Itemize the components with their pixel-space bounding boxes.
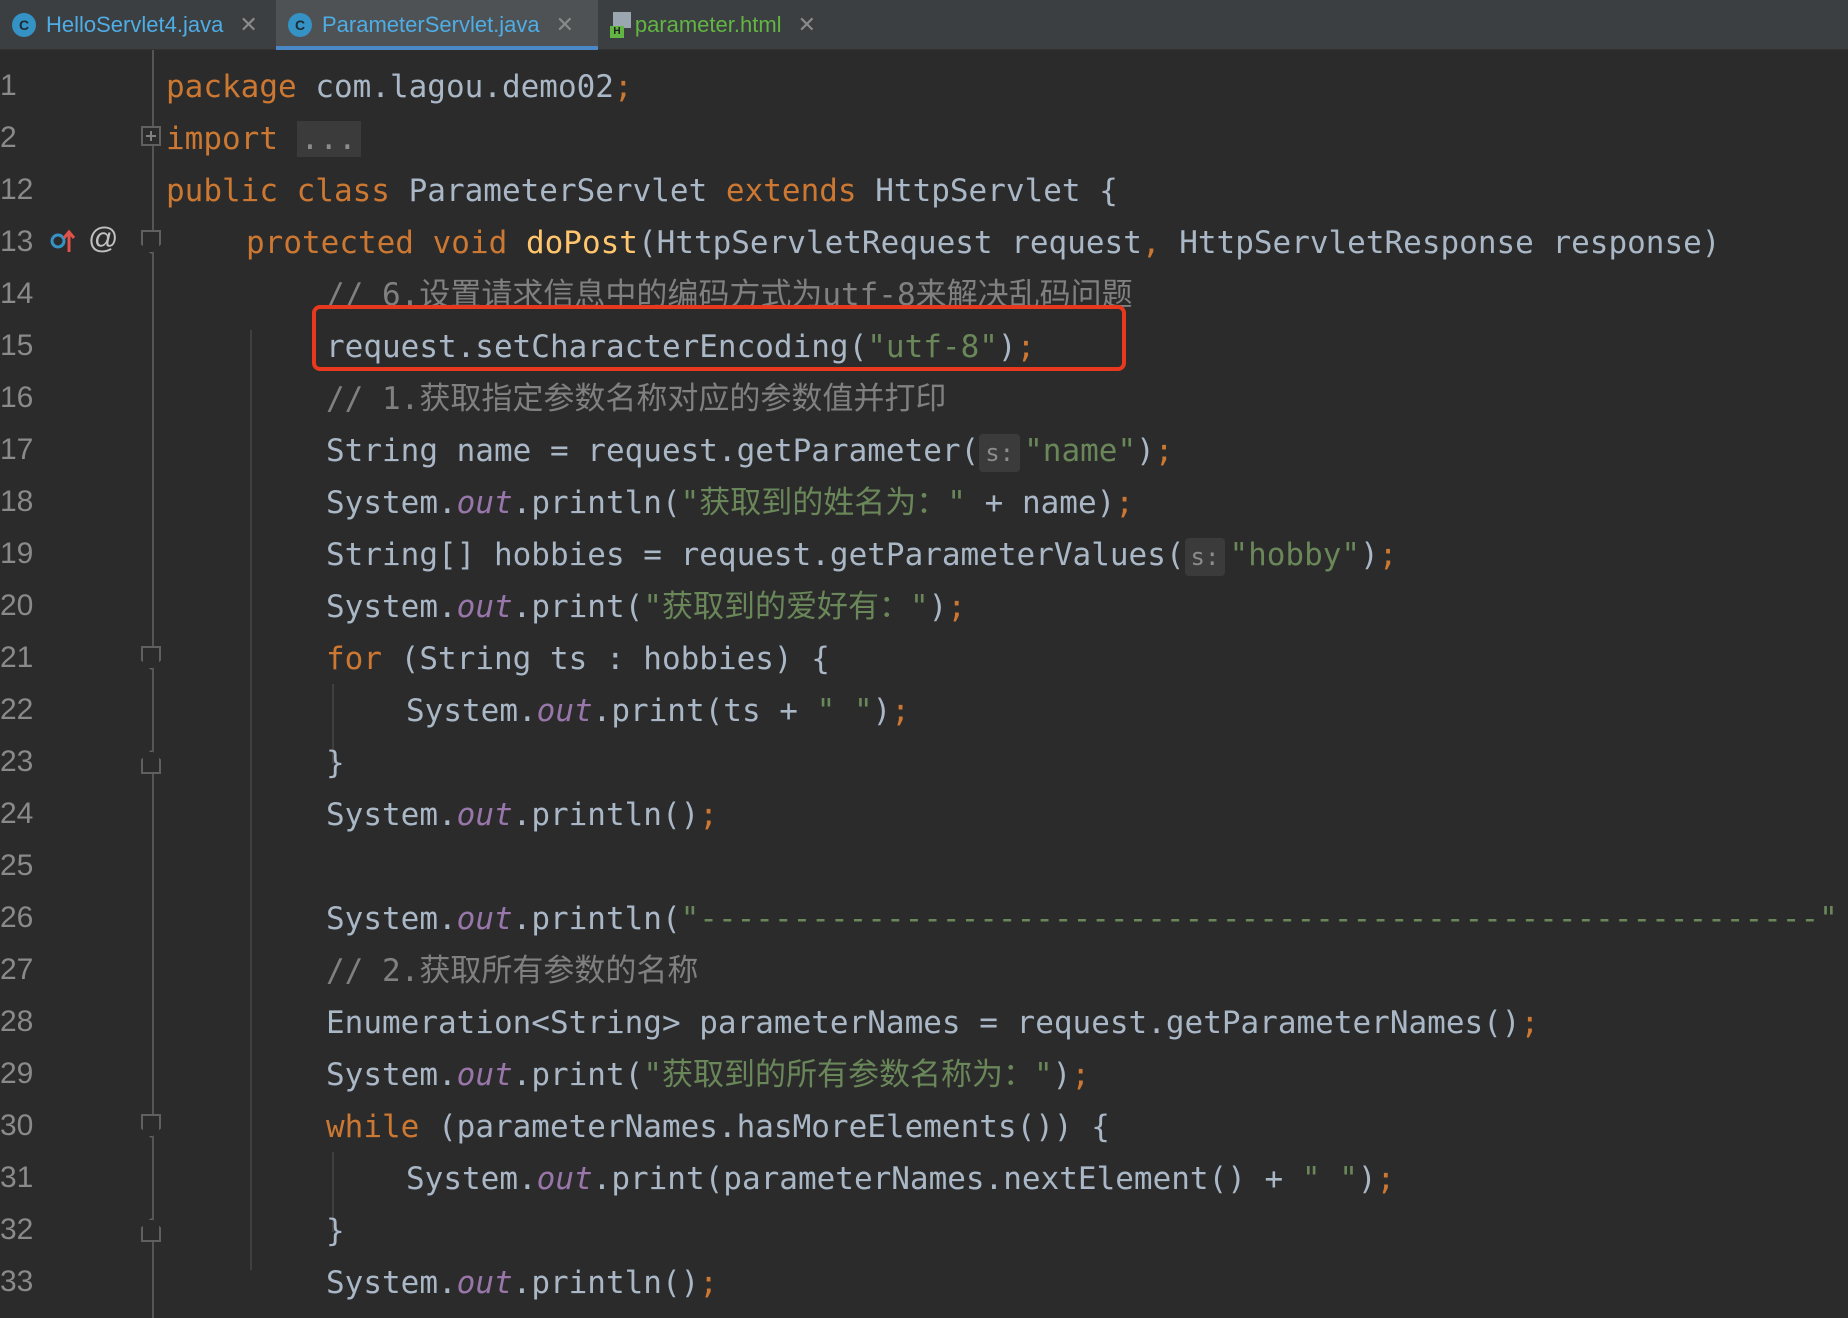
code-line[interactable]: 21 for (String ts : hobbies) { [0, 632, 1848, 684]
code-line[interactable]: 2 import ... [0, 112, 1848, 164]
code-text: protected void doPost(HttpServletRequest… [246, 225, 1721, 261]
code-line[interactable]: 19 String[] hobbies = request.getParamet… [0, 528, 1848, 580]
code-text: } [326, 745, 345, 781]
fold-end-icon[interactable] [141, 750, 161, 774]
code-text: } [326, 1213, 345, 1249]
parameter-hint: s: [1184, 538, 1226, 576]
code-text: System.out.print(ts + " "); [406, 693, 910, 729]
code-text: String name = request.getParameter(s: "na… [326, 432, 1173, 472]
java-class-icon: C [288, 13, 312, 37]
java-class-icon: C [12, 13, 36, 37]
close-icon[interactable]: ✕ [798, 12, 816, 38]
line-number: 21 [0, 641, 34, 674]
line-number: 24 [0, 797, 34, 830]
code-text: System.out.println(); [326, 797, 718, 833]
code-comment: // 2.获取所有参数的名称 [326, 953, 699, 989]
code-line[interactable]: 25 [0, 840, 1848, 892]
code-text: System.out.println("获取到的姓名为：" + name); [326, 485, 1134, 521]
code-line[interactable]: 24 System.out.println(); [0, 788, 1848, 840]
code-line[interactable]: 28 Enumeration<String> parameterNames = … [0, 996, 1848, 1048]
code-line[interactable]: 20 System.out.print("获取到的爱好有："); [0, 580, 1848, 632]
line-number: 15 [0, 329, 34, 362]
highlight-box [312, 305, 1126, 371]
code-text: Enumeration<String> parameterNames = req… [326, 1005, 1540, 1041]
code-line[interactable]: 13 @ protected void doPost(HttpServletRe… [0, 216, 1848, 268]
code-text: import ... [166, 120, 361, 158]
line-number: 33 [0, 1265, 34, 1298]
line-number: 1 [0, 69, 17, 102]
code-line[interactable]: 22 System.out.print(ts + " "); [0, 684, 1848, 736]
code-line[interactable]: 30 while (parameterNames.hasMoreElements… [0, 1100, 1848, 1152]
line-number: 13 [0, 225, 34, 258]
code-line[interactable]: 23 } [0, 736, 1848, 788]
code-line[interactable]: 31 System.out.print(parameterNames.nextE… [0, 1152, 1848, 1204]
code-line[interactable]: 27 // 2.获取所有参数的名称 [0, 944, 1848, 996]
line-number: 30 [0, 1109, 34, 1142]
code-text: for (String ts : hobbies) { [326, 641, 830, 677]
code-editor[interactable]: 1 package com.lagou.demo02; 2 import ...… [0, 50, 1848, 1318]
parameter-hint: s: [979, 434, 1021, 472]
code-text: while (parameterNames.hasMoreElements())… [326, 1109, 1110, 1145]
line-number: 23 [0, 745, 34, 778]
line-number: 17 [0, 433, 34, 466]
code-text: System.out.print("获取到的所有参数名称为："); [326, 1057, 1090, 1093]
code-text: String[] hobbies = request.getParameterV… [326, 536, 1397, 576]
fold-collapse-icon[interactable] [141, 1114, 161, 1138]
code-line[interactable]: 12 public class ParameterServlet extends… [0, 164, 1848, 216]
code-text: package com.lagou.demo02; [166, 69, 633, 105]
code-line[interactable]: 1 package com.lagou.demo02; [0, 60, 1848, 112]
override-method-icon[interactable] [50, 228, 76, 254]
code-text: System.out.print("获取到的爱好有："); [326, 589, 966, 625]
tab-label: ParameterServlet.java [322, 12, 540, 37]
tab-label: HelloServlet4.java [46, 12, 224, 37]
line-number: 20 [0, 589, 34, 622]
fold-end-icon[interactable] [141, 1218, 161, 1242]
code-comment: // 1.获取指定参数名称对应的参数值并打印 [326, 381, 947, 417]
code-text: public class ParameterServlet extends Ht… [166, 173, 1118, 209]
line-number: 29 [0, 1057, 34, 1090]
code-line[interactable]: 18 System.out.println("获取到的姓名为：" + name)… [0, 476, 1848, 528]
code-line[interactable]: 32 } [0, 1204, 1848, 1256]
fold-expand-icon[interactable] [141, 126, 161, 146]
close-icon[interactable]: ✕ [239, 12, 257, 38]
tab-parameterservlet[interactable]: C ParameterServlet.java ✕ [276, 0, 598, 50]
line-number: 14 [0, 277, 34, 310]
line-number: 22 [0, 693, 34, 726]
fold-collapse-icon[interactable] [141, 230, 161, 254]
line-number: 28 [0, 1005, 34, 1038]
code-line[interactable]: 29 System.out.print("获取到的所有参数名称为："); [0, 1048, 1848, 1100]
code-line[interactable]: 26 System.out.println("-----------------… [0, 892, 1848, 944]
line-number: 16 [0, 381, 34, 414]
folded-imports[interactable]: ... [296, 121, 361, 157]
line-number: 19 [0, 537, 34, 570]
close-icon[interactable]: ✕ [556, 12, 574, 38]
line-number: 31 [0, 1161, 34, 1194]
line-number: 18 [0, 485, 34, 518]
code-line[interactable]: 16 // 1.获取指定参数名称对应的参数值并打印 [0, 372, 1848, 424]
line-number: 26 [0, 901, 34, 934]
code-text: System.out.println(); [326, 1265, 718, 1301]
code-line[interactable]: 33 System.out.println(); [0, 1256, 1848, 1308]
code-text: System.out.println("--------------------… [326, 901, 1838, 937]
editor-tab-bar: C HelloServlet4.java ✕ C ParameterServle… [0, 0, 1848, 50]
html-file-icon: H [610, 12, 631, 38]
line-number: 27 [0, 953, 34, 986]
line-number: 25 [0, 849, 34, 882]
annotation-icon: @ [88, 222, 119, 255]
line-number: 2 [0, 121, 17, 154]
fold-collapse-icon[interactable] [141, 646, 161, 670]
tab-label: parameter.html [634, 12, 782, 37]
line-number: 12 [0, 173, 34, 206]
tab-helloservlet4[interactable]: C HelloServlet4.java ✕ [0, 0, 276, 50]
code-text: System.out.print(parameterNames.nextElem… [406, 1161, 1396, 1197]
tab-parameter-html[interactable]: H parameter.html ✕ [598, 0, 828, 50]
line-number: 32 [0, 1213, 34, 1246]
code-line[interactable]: 17 String name = request.getParameter(s:… [0, 424, 1848, 476]
